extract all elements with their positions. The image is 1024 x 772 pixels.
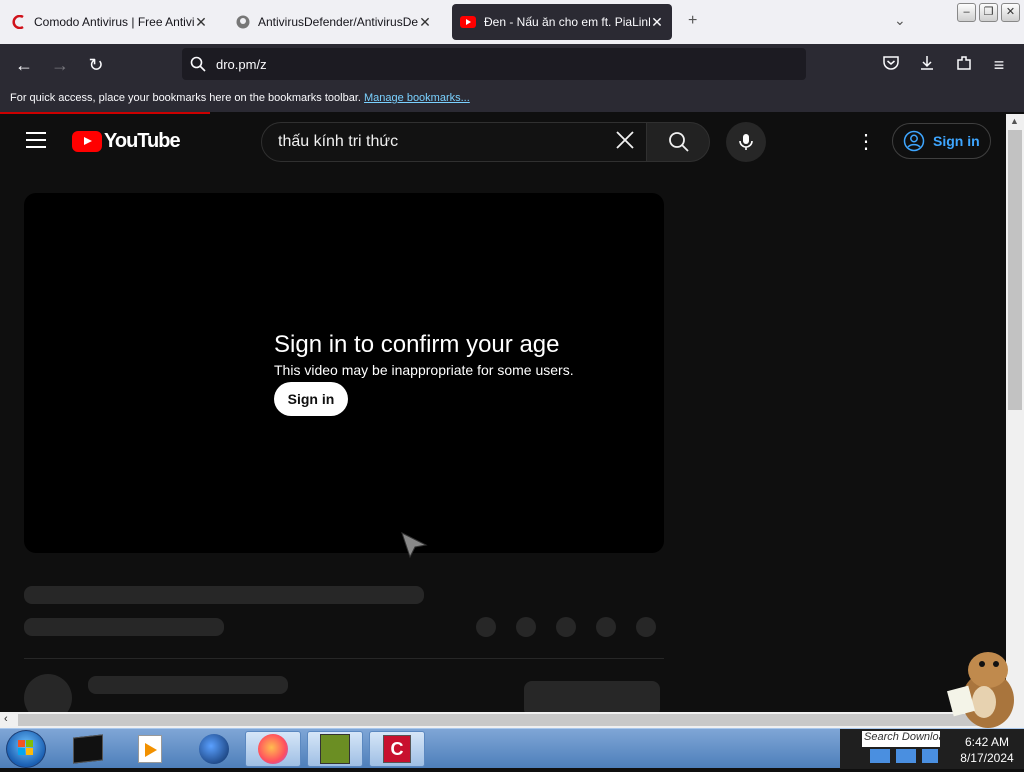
taskbar-app-media-player[interactable] [122, 731, 178, 767]
age-gate-subtitle: This video may be inappropriate for some… [274, 362, 574, 378]
media-player-icon [138, 735, 162, 763]
youtube-wordmark: YouTube [104, 130, 181, 152]
maximize-button[interactable]: ❐ [979, 3, 998, 22]
voice-search-button[interactable] [726, 122, 766, 162]
forward-icon[interactable]: → [49, 54, 71, 76]
search-input[interactable]: thấu kính tri thức [261, 122, 647, 162]
action-skeleton [476, 617, 496, 637]
search-icon [190, 56, 206, 72]
close-icon[interactable]: ✕ [650, 14, 664, 31]
close-icon[interactable]: ✕ [194, 14, 208, 31]
url-text[interactable]: dro.pm/z [216, 57, 267, 72]
settings-kebab-icon[interactable]: ⋮ [856, 131, 876, 153]
window-controls: – ❐ ✕ [957, 3, 1020, 22]
title-skeleton [24, 586, 424, 604]
volume-icon[interactable] [922, 749, 938, 763]
system-tray: Search Downloads 6:42 AM 8/17/2024 [840, 729, 1024, 769]
search-button[interactable] [646, 122, 710, 162]
youtube-page: YouTube thấu kính tri thức ⋮ Sign in Sig… [0, 114, 1006, 712]
horizontal-scrollbar[interactable]: ‹ [0, 712, 1024, 728]
subscribe-skeleton [524, 681, 660, 712]
vertical-scrollbar[interactable]: ▲ [1006, 114, 1024, 712]
pocket-icon[interactable] [880, 54, 902, 76]
action-skeleton [636, 617, 656, 637]
network-icon[interactable] [870, 749, 890, 763]
clock-date[interactable]: 8/17/2024 [952, 751, 1022, 765]
tab-comodo[interactable]: Comodo Antivirus | Free Antivirus ✕ [4, 4, 216, 40]
minimize-button[interactable]: – [957, 3, 976, 22]
avatar-skeleton [24, 674, 72, 712]
clock-time[interactable]: 6:42 AM [952, 735, 1022, 749]
manage-bookmarks-link[interactable]: Manage bookmarks... [364, 92, 470, 104]
hamster-mascot-image [947, 652, 1014, 728]
scroll-left-icon[interactable]: ‹ [4, 713, 8, 725]
meta-skeleton [24, 618, 224, 636]
tab-title: Đen - Nấu ăn cho em ft. PiaLinh [484, 15, 650, 29]
scroll-up-icon[interactable]: ▲ [1010, 116, 1019, 126]
section-divider [24, 658, 664, 659]
list-tabs-icon[interactable]: ⌄ [894, 12, 906, 29]
action-skeleton [556, 617, 576, 637]
comodo-icon [12, 15, 24, 29]
account-icon [903, 130, 925, 152]
age-gate-sign-in-button[interactable]: Sign in [274, 382, 348, 416]
reload-icon[interactable]: ↻ [85, 54, 107, 76]
search-query[interactable]: thấu kính tri thức [278, 133, 398, 151]
sign-in-button[interactable]: Sign in [892, 123, 991, 159]
youtube-header: YouTube thấu kính tri thức ⋮ Sign in [0, 114, 1006, 170]
taskbar-app-terminal[interactable] [60, 731, 116, 767]
tab-title: AntivirusDefender/AntivirusDefender [258, 15, 418, 29]
windows-taskbar: C Search Downloads 6:42 AM 8/17/2024 [0, 728, 1024, 769]
downloads-icon[interactable] [916, 54, 938, 76]
youtube-play-icon [72, 131, 102, 152]
hamburger-menu-icon[interactable] [26, 132, 46, 148]
taskbar-app-comodo[interactable]: C [369, 731, 425, 767]
tab-title: Comodo Antivirus | Free Antivirus [34, 15, 194, 29]
terminal-icon [73, 734, 103, 764]
comodo-icon: C [383, 735, 411, 763]
search-icon [669, 132, 689, 152]
bookmarks-hint: For quick access, place your bookmarks h… [10, 92, 361, 104]
extensions-icon[interactable] [953, 54, 975, 76]
age-gate-title: Sign in to confirm your age [274, 331, 560, 358]
clear-search-icon[interactable] [612, 129, 638, 155]
url-bar[interactable]: dro.pm/z [182, 48, 806, 80]
firefox-icon [258, 734, 288, 764]
taskbar-app-browser[interactable] [186, 731, 242, 767]
action-skeleton [516, 617, 536, 637]
close-icon[interactable]: ✕ [418, 14, 432, 31]
channel-skeleton [88, 676, 288, 694]
youtube-icon [460, 16, 476, 28]
github-icon [236, 15, 250, 29]
windows-logo-icon [18, 740, 33, 755]
microphone-icon [739, 134, 753, 150]
start-button[interactable] [6, 730, 46, 768]
scroll-thumb[interactable] [1008, 130, 1022, 410]
scroll-thumb[interactable] [18, 714, 978, 726]
tab-youtube[interactable]: Đen - Nấu ăn cho em ft. PiaLinh ✕ [452, 4, 672, 40]
back-icon[interactable]: ← [13, 54, 35, 76]
mouse-cursor-icon [401, 532, 428, 559]
taskbar-app-bonzi[interactable] [307, 731, 363, 767]
window-close-button[interactable]: ✕ [1001, 3, 1020, 22]
shield-icon[interactable] [896, 749, 916, 763]
hamster-app-icon [320, 734, 350, 764]
tab-github[interactable]: AntivirusDefender/AntivirusDefender ✕ [228, 4, 440, 40]
bookmarks-toolbar: For quick access, place your bookmarks h… [0, 86, 1024, 112]
sign-in-label: Sign in [933, 133, 980, 149]
tray-search-box[interactable]: Search Downloads [862, 731, 940, 747]
youtube-logo[interactable]: YouTube [72, 130, 181, 153]
taskbar-app-firefox[interactable] [245, 731, 301, 767]
browser-tab-bar: Comodo Antivirus | Free Antivirus ✕ Anti… [0, 0, 1024, 44]
app-menu-icon[interactable]: ≡ [988, 54, 1010, 76]
globe-icon [199, 734, 229, 764]
new-tab-icon[interactable]: + [688, 12, 697, 30]
nav-toolbar: ← → ↻ dro.pm/z ≡ [0, 44, 1024, 86]
action-skeleton [596, 617, 616, 637]
video-player: Sign in to confirm your age This video m… [24, 193, 664, 559]
